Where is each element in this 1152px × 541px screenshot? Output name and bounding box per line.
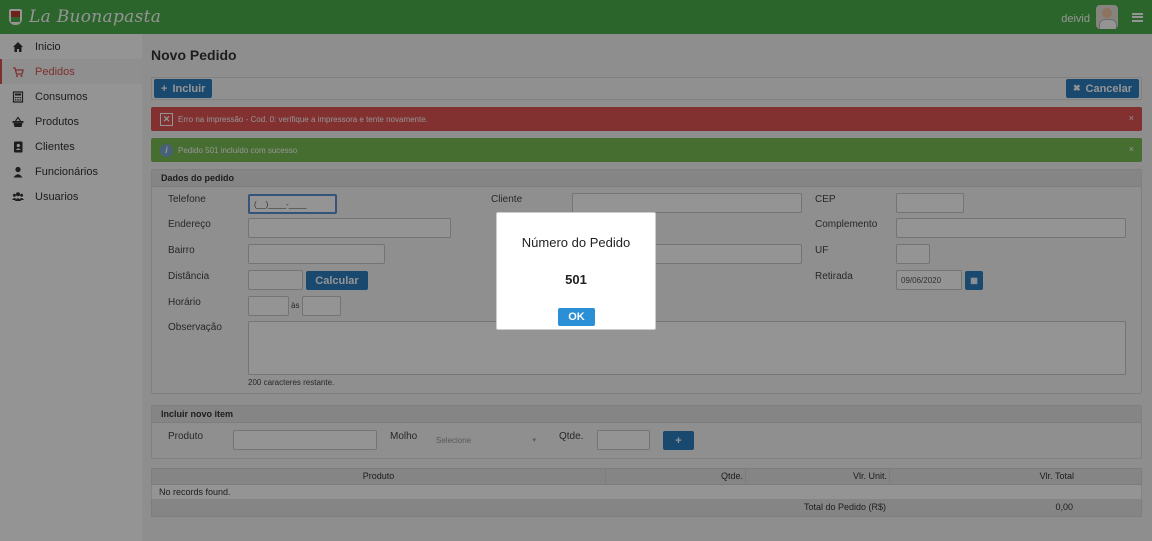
ok-button[interactable]: OK [558, 308, 595, 326]
dialog-title: Número do Pedido [521, 235, 631, 250]
order-number-dialog: Número do Pedido 501 OK [496, 212, 656, 330]
dialog-order-number: 501 [565, 272, 587, 287]
